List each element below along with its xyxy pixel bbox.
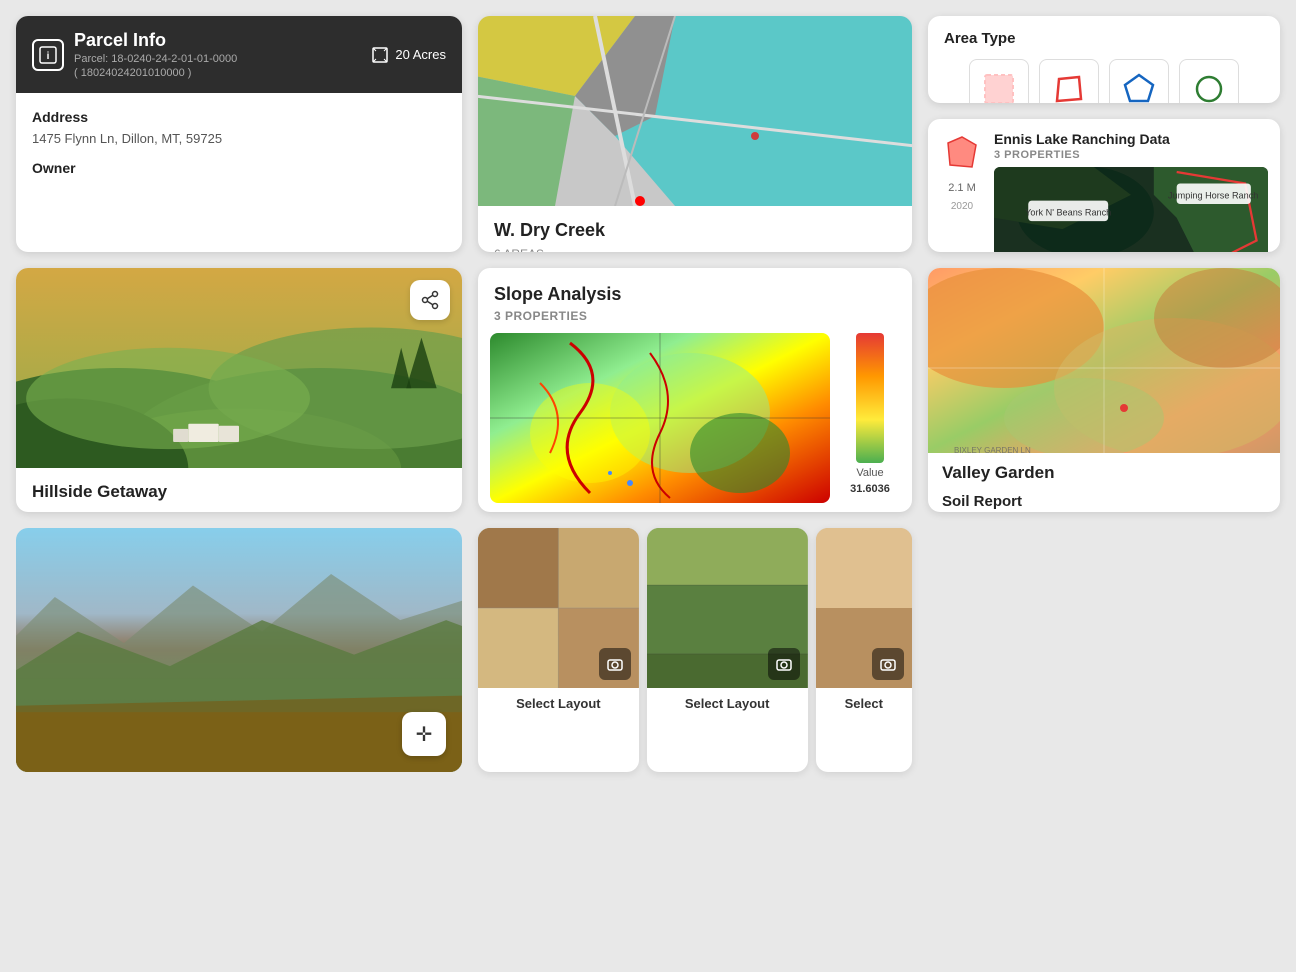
camera-icon-1 [599,648,631,680]
camera-icon-2 [768,648,800,680]
slope-map [490,333,830,503]
layout-image-2 [647,528,808,688]
select-layout-card-3[interactable]: Select [816,528,912,772]
hillside-body: Hillside Getaway 5855 Old Campfire Lane … [16,468,462,512]
hillside-title: Hillside Getaway [32,482,446,502]
parcel-acres: 20 Acres [371,46,446,64]
dry-creek-title: W. Dry Creek [494,220,896,241]
ennis-shape-icon [940,131,984,175]
slope-properties: 3 PROPERTIES [494,309,896,323]
layout-image-1 [478,528,639,688]
svg-text:BIXLEY GARDEN LN: BIXLEY GARDEN LN [954,446,1031,453]
ennis-title: Ennis Lake Ranching Data [994,131,1268,147]
slope-legend-label: Value [856,467,883,479]
select-layout-label-3: Select [816,688,912,719]
soil-report-title: Soil Report [942,493,1266,510]
acres-value: 20 Acres [395,47,446,62]
area-type-pentagon[interactable] [1109,59,1169,103]
dry-creek-card: W. Dry Creek 6 AREAS GIS Layers Countour… [478,16,912,252]
soil-section: Soil Report SCRAVO SANDY LOAM Cool 2%-8%… [928,493,1280,512]
move-icon: ✛ [416,722,433,747]
select-layout-label-1: Select Layout [478,688,639,719]
dry-creek-map [478,16,912,206]
parcel-info-card: i Parcel Info Parcel: 18-0240-24-2-01-01… [16,16,462,252]
slope-title: Slope Analysis [494,284,896,305]
area-type-card: Area Type [928,16,1280,103]
landscape-card: ✛ [16,528,462,772]
ennis-lake-card: 2.1 M 2020 Ennis Lake Ranching Data 3 PR… [928,119,1280,252]
area-type-dashed-square[interactable] [969,59,1029,103]
hillside-image [16,268,462,468]
area-type-title: Area Type [944,30,1264,47]
address-value: 1475 Flynn Ln, Dillon, MT, 59725 [32,131,446,146]
valley-card: BIXLEY GARDEN LN Valley Garden Soil Repo… [928,268,1280,512]
slope-content: Value 31.6036 [478,333,912,512]
valley-title: Valley Garden [942,463,1266,483]
valley-info: Valley Garden [928,453,1280,493]
select-layout-label-2: Select Layout [647,688,808,719]
ennis-text-col: Ennis Lake Ranching Data 3 PROPERTIES [994,131,1268,252]
ennis-stat1-year: 2020 [940,201,984,212]
slope-analysis-card: Slope Analysis 3 PROPERTIES [478,268,912,512]
select-layout-container: Select Layout Select [478,528,912,772]
ennis-stat1-value: 2.1 M [940,181,984,195]
parcel-title: Parcel Info [74,30,237,51]
right-column-top: Area Type [928,16,1280,252]
parcel-id-line2: ( 18024024201010000 ) [74,67,237,79]
slope-gradient-bar [856,333,884,463]
share-button[interactable] [410,280,450,320]
hillside-card: Hillside Getaway 5855 Old Campfire Lane … [16,268,462,512]
ennis-map-preview: York N' Beans Ranch Jumping Horse Ranch [994,167,1268,252]
owner-label: Owner [32,160,446,176]
parcel-header: i Parcel Info Parcel: 18-0240-24-2-01-01… [16,16,462,93]
parcel-id-line1: Parcel: 18-0240-24-2-01-01-0000 [74,53,237,65]
valley-column: BIXLEY GARDEN LN Valley Garden Soil Repo… [928,268,1280,512]
area-type-solid-square[interactable] [1039,59,1099,103]
camera-icon-3 [872,648,904,680]
parcel-icon: i [32,39,64,71]
svg-text:York N' Beans Ranch: York N' Beans Ranch [1025,207,1111,217]
valley-map: BIXLEY GARDEN LN [928,268,1280,453]
svg-text:Jumping Horse Ranch: Jumping Horse Ranch [1168,190,1258,200]
area-type-icons [944,59,1264,103]
slope-legend: Value 31.6036 [840,333,900,503]
slope-header: Slope Analysis 3 PROPERTIES [478,268,912,333]
parcel-body: Address 1475 Flynn Ln, Dillon, MT, 59725… [16,93,462,198]
layout-image-3 [816,528,912,688]
address-label: Address [32,109,446,125]
slope-legend-value: 31.6036 [850,483,890,495]
select-layout-card-2[interactable]: Select Layout [647,528,808,772]
dry-creek-info: W. Dry Creek 6 AREAS [478,206,912,252]
right-placeholder [928,528,1280,772]
ennis-properties: 3 PROPERTIES [994,149,1268,161]
select-layout-card-1[interactable]: Select Layout [478,528,639,772]
svg-text:i: i [47,51,50,62]
dry-creek-areas: 6 AREAS [494,247,896,252]
move-button[interactable]: ✛ [402,712,446,756]
area-type-circle[interactable] [1179,59,1239,103]
